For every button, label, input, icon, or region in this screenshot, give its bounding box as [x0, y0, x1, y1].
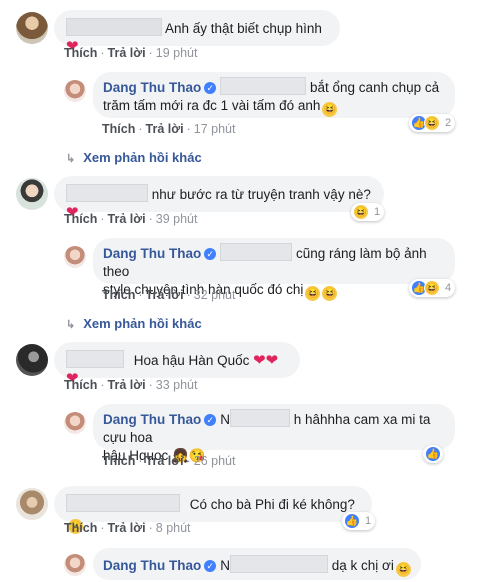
comment-bubble: Có cho bà Phi đi ké không?🙂 — [54, 486, 372, 534]
reply-arrow-icon: ↳ — [66, 153, 76, 165]
comment-text: Anh ấy thật biết chụp hình — [165, 21, 322, 36]
like-link[interactable]: Thích — [102, 122, 135, 136]
comment-actions: Thích · Trả lời · 33 phút — [64, 378, 198, 392]
comment-bubble: Hoa hậu Hàn Quốc ❤❤❤ — [54, 342, 300, 387]
reply-bubble: Dang Thu Thao ✓ N dạ k chị ơi 😆 — [93, 548, 421, 580]
reply-bubble: Dang Thu Thao ✓ cũng ráng làm bộ ảnh theo… — [93, 238, 455, 301]
redacted-author-name — [66, 350, 124, 368]
reply-bubble: Dang Thu Thao ✓ bắt ổng canh chụp cả trăm… — [93, 72, 455, 118]
haha-reaction-icon: 😆 — [353, 204, 369, 220]
avatar[interactable] — [64, 554, 86, 576]
reply-link[interactable]: Trả lời — [146, 122, 184, 136]
timestamp[interactable]: 8 phút — [156, 521, 191, 535]
verified-badge-icon: ✓ — [204, 560, 217, 572]
author-name[interactable]: Dang Thu Thao — [103, 558, 201, 573]
timestamp[interactable]: 32 phút — [194, 288, 236, 302]
redacted-mention — [230, 409, 290, 427]
comment-actions: Thích · Trả lời · 8 phút — [64, 521, 191, 535]
like-link[interactable]: Thích — [64, 521, 97, 535]
reply-arrow-icon: ↳ — [66, 319, 76, 331]
avatar[interactable] — [64, 80, 86, 102]
avatar[interactable] — [16, 12, 48, 44]
like-link[interactable]: Thích — [64, 212, 97, 226]
haha-emoji-icon: 😆 — [395, 562, 411, 577]
haha-reaction-icon: 😆 — [424, 115, 440, 131]
reply-link[interactable]: Trả lời — [108, 521, 146, 535]
redacted-author-name — [66, 18, 162, 36]
comment-bubble: Anh ấy thật biết chụp hình ❤ — [54, 10, 340, 55]
redacted-mention — [220, 243, 293, 261]
redacted-author-name — [66, 184, 148, 202]
reply-actions: Thích · Trả lời · 17 phút — [102, 122, 236, 136]
reply-actions: Thích · Trả lời · 32 phút — [102, 288, 236, 302]
reply-link[interactable]: Trả lời — [108, 46, 146, 60]
redacted-mention — [220, 77, 307, 95]
reply-actions: Thích · Trả lời · 26 phút — [102, 454, 236, 468]
author-name[interactable]: Dang Thu Thao — [103, 412, 201, 427]
reply-link[interactable]: Trả lời — [146, 454, 184, 468]
verified-badge-icon: ✓ — [204, 82, 217, 94]
reply-bubble: Dang Thu Thao ✓ N h hâhhha cam xa mi ta cự… — [93, 404, 455, 463]
timestamp[interactable]: 33 phút — [156, 378, 198, 392]
like-link[interactable]: Thích — [102, 288, 135, 302]
comment-actions: Thích · Trả lời · 39 phút — [64, 212, 198, 226]
more-replies-link[interactable]: ↳ Xem phản hồi khác — [66, 316, 202, 331]
timestamp[interactable]: 17 phút — [194, 122, 236, 136]
haha-emoji-icon: 😆 — [322, 102, 338, 117]
like-link[interactable]: Thích — [102, 454, 135, 468]
comment-actions: Thích · Trả lời · 19 phút — [64, 46, 198, 60]
timestamp[interactable]: 26 phút — [194, 454, 236, 468]
reaction-summary[interactable]: 😆 1 — [351, 203, 385, 221]
verified-badge-icon: ✓ — [204, 414, 217, 426]
reaction-summary[interactable]: 👍 😆 2 — [409, 114, 456, 132]
reply-link[interactable]: Trả lời — [146, 288, 184, 302]
like-reaction-icon: 👍 — [344, 513, 360, 529]
avatar[interactable] — [16, 488, 48, 520]
avatar[interactable] — [64, 412, 86, 434]
reply-link[interactable]: Trả lời — [108, 378, 146, 392]
timestamp[interactable]: 19 phút — [156, 46, 198, 60]
more-replies-link[interactable]: ↳ Xem phản hồi khác — [66, 150, 202, 165]
comment-bubble: như bước ra từ truyện tranh vậy nè? ❤ — [54, 176, 384, 221]
haha-reaction-icon: 😆 — [424, 280, 440, 296]
timestamp[interactable]: 39 phút — [156, 212, 198, 226]
haha-emoji-icon: 😆 — [305, 286, 321, 301]
like-reaction-icon: 👍 — [425, 446, 441, 462]
like-link[interactable]: Thích — [64, 378, 97, 392]
avatar[interactable] — [64, 246, 86, 268]
redacted-author-name — [66, 494, 180, 512]
verified-badge-icon: ✓ — [204, 248, 217, 260]
reaction-summary[interactable]: 👍 😆 4 — [409, 279, 456, 297]
avatar[interactable] — [16, 178, 48, 210]
haha-emoji-icon: 😆 — [322, 286, 338, 301]
author-name[interactable]: Dang Thu Thao — [103, 246, 201, 261]
redacted-mention — [230, 555, 328, 573]
like-link[interactable]: Thích — [64, 46, 97, 60]
reaction-summary[interactable]: 👍 1 — [342, 512, 376, 530]
reaction-summary[interactable]: 👍 — [423, 445, 443, 463]
reply-link[interactable]: Trả lời — [108, 212, 146, 226]
avatar[interactable] — [16, 344, 48, 376]
author-name[interactable]: Dang Thu Thao — [103, 80, 201, 95]
